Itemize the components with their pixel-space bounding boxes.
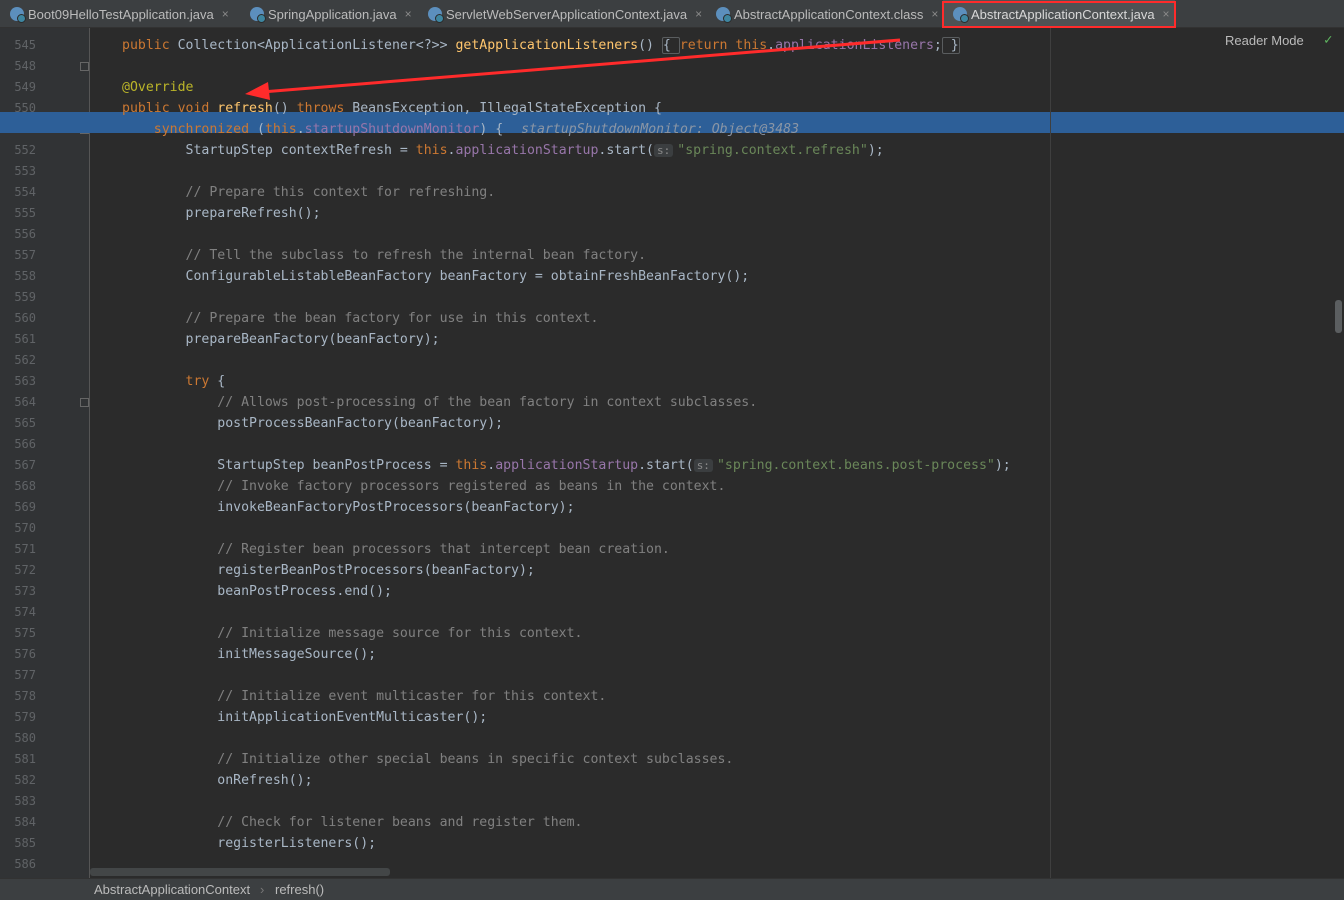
breadcrumb-bar: AbstractApplicationContext › refresh(): [0, 878, 1344, 900]
annotation-arrow: [245, 38, 901, 100]
breadcrumb-separator: ›: [260, 882, 265, 897]
breadcrumb-method[interactable]: refresh(): [275, 882, 324, 897]
arrow-shaft: [261, 38, 901, 94]
breadcrumb-class[interactable]: AbstractApplicationContext: [94, 882, 250, 897]
arrow-head: [245, 82, 270, 100]
